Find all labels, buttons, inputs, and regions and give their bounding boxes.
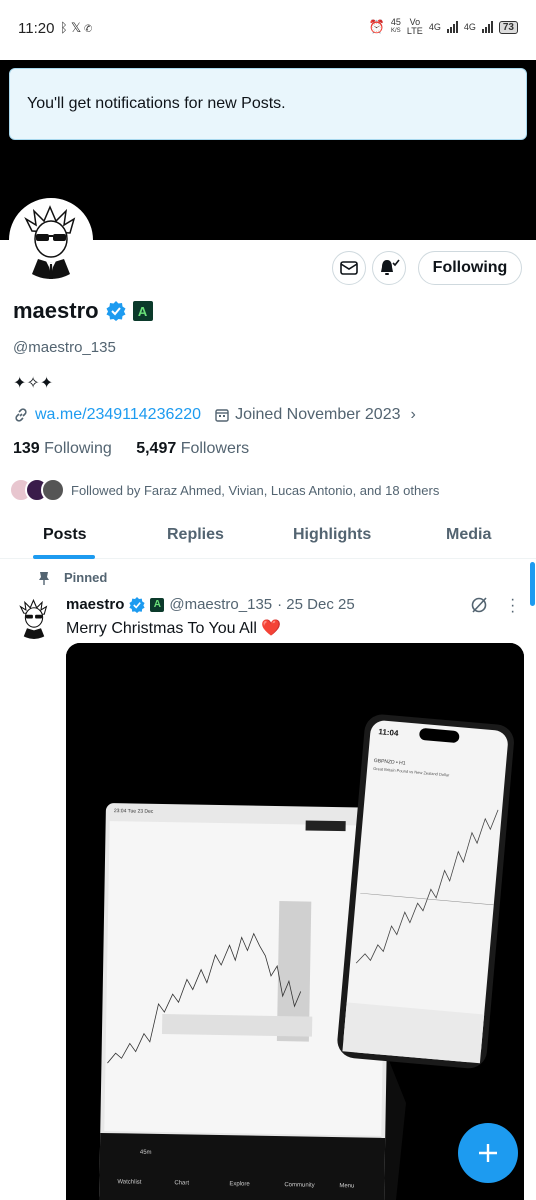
post-avatar[interactable] <box>13 597 55 639</box>
status-time: 11:20 <box>18 20 55 37</box>
profile-link[interactable]: wa.me/2349114236220 <box>35 406 201 424</box>
grok-icon[interactable] <box>470 596 488 614</box>
follow-counts: 139 Following 5,497 Followers <box>13 440 249 458</box>
battery-icon: 73 <box>498 20 518 34</box>
notification-toast: You'll get notifications for new Posts. <box>9 68 527 140</box>
active-tab-indicator <box>33 555 95 559</box>
net-type-1: 4G <box>428 22 441 32</box>
followers-link[interactable]: 5,497 Followers <box>136 440 249 457</box>
tab-highlights[interactable]: Highlights <box>293 526 371 544</box>
signal-icon <box>446 21 458 33</box>
tablet-nav-watchlist: Watchlist <box>117 1179 142 1185</box>
status-bar: 11:20 ᛒ𝕏✆ ⏰ 45 K/S Vo LTE 4G 4G 73 <box>0 0 536 60</box>
pinned-label: Pinned <box>38 570 107 585</box>
phone-time: 11:04 <box>378 727 399 738</box>
post-text: Merry Christmas To You All ❤️ <box>66 620 282 637</box>
post-avatar-image <box>13 597 55 639</box>
tablet-nav-community: Community <box>284 1182 314 1189</box>
tab-media[interactable]: Media <box>446 526 491 544</box>
toast-text: You'll get notifications for new Posts. <box>27 95 286 112</box>
post-author-handle[interactable]: @maestro_135 <box>169 596 272 613</box>
net-speed: 45 K/S <box>390 17 401 35</box>
tab-posts[interactable]: Posts <box>43 526 87 544</box>
following-button[interactable]: Following <box>418 251 522 285</box>
tablet-time: 23:04 Tue 23 Dec <box>114 808 154 815</box>
profile-name-row: maestro A <box>13 298 153 324</box>
post-affiliate-badge: A <box>150 597 165 612</box>
joined-date: Joined November 2023 › <box>215 406 416 424</box>
tablet-timeframe: 45m <box>140 1150 152 1156</box>
status-indicators: ⏰ 45 K/S Vo LTE 4G 4G 73 <box>369 18 518 36</box>
envelope-icon <box>340 261 358 275</box>
profile-avatar[interactable] <box>9 198 93 282</box>
verified-badge-icon[interactable] <box>106 301 126 321</box>
plus-icon <box>479 1144 497 1162</box>
affiliate-badge[interactable]: A <box>132 301 153 321</box>
avatar-image <box>12 201 90 279</box>
scrollbar-thumb[interactable] <box>530 562 535 606</box>
bell-check-icon <box>381 259 400 275</box>
profile-tabs: Posts Replies Highlights Media <box>0 515 536 559</box>
alarm-icon: ⏰ <box>368 19 385 34</box>
pin-icon <box>39 571 49 585</box>
tablet-nav-explore: Explore <box>229 1181 250 1187</box>
profile-handle: @maestro_135 <box>13 339 116 356</box>
more-options-icon[interactable]: · · · <box>510 592 515 620</box>
profile-bio: ✦✧✦ <box>13 375 54 392</box>
chevron-right-icon[interactable]: › <box>411 406 416 424</box>
followed-by-row[interactable]: Followed by Faraz Ahmed, Vivian, Lucas A… <box>9 478 439 502</box>
notifications-button[interactable] <box>372 251 406 285</box>
tab-replies[interactable]: Replies <box>167 526 224 544</box>
volte-label: Vo LTE <box>406 17 423 36</box>
signal-app-icon: ᛒ <box>60 20 71 35</box>
post-date[interactable]: · 25 Dec 25 <box>277 596 355 613</box>
tablet-nav-chart: Chart <box>174 1180 189 1186</box>
signal-icon-2 <box>481 21 493 33</box>
trading-devices-photo: 23:04 Tue 23 Dec 45m Watchlist Chart Exp… <box>66 643 524 1200</box>
post-header: maestro A @maestro_135 · 25 Dec 25 <box>66 596 355 613</box>
followed-by-text: Followed by Faraz Ahmed, Vivian, Lucas A… <box>71 482 440 498</box>
status-app-icons: ᛒ𝕏✆ <box>60 20 95 36</box>
compose-post-button[interactable] <box>458 1123 518 1183</box>
mutual-avatar-3 <box>41 478 65 502</box>
net-type-2: 4G <box>463 22 476 32</box>
message-button[interactable] <box>332 251 366 285</box>
profile-meta: wa.me/2349114236220 Joined November 2023… <box>13 406 416 424</box>
whatsapp-icon: ✆ <box>84 20 96 35</box>
post-verified-icon <box>129 596 145 613</box>
following-link[interactable]: 139 Following <box>13 440 112 457</box>
calendar-icon <box>215 409 229 422</box>
x-icon: 𝕏 <box>70 20 85 35</box>
tablet-nav-menu: Menu <box>339 1183 354 1189</box>
profile-name: maestro <box>13 298 99 323</box>
link-icon <box>15 408 27 422</box>
post-media-image[interactable]: 23:04 Tue 23 Dec 45m Watchlist Chart Exp… <box>66 643 524 1200</box>
phone: 11:04 GBPNZD • H1 Great Britain Pound vs… <box>337 714 514 1069</box>
post-author-name[interactable]: maestro <box>66 596 124 613</box>
